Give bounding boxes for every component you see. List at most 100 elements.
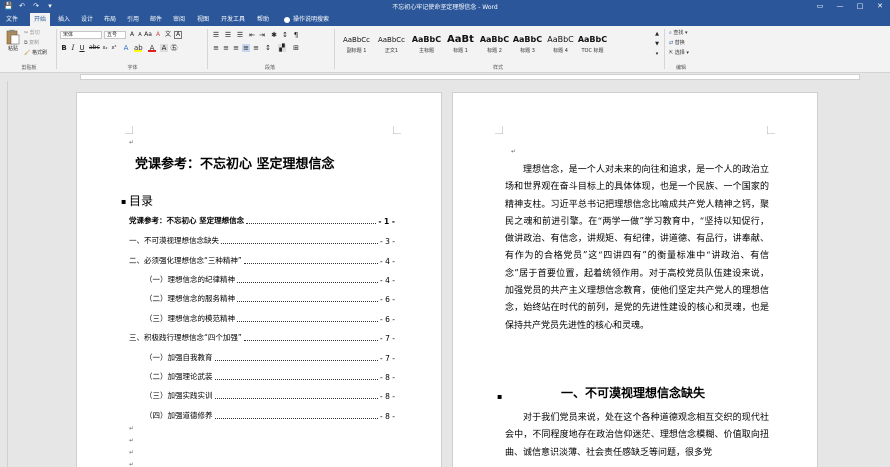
replace-icon: ⇄ — [669, 40, 674, 46]
paste-button[interactable]: 粘贴 — [5, 29, 21, 59]
toc-entry[interactable]: 一、不可漠视理想信念缺失 - 3 - — [129, 235, 395, 246]
tab-home[interactable]: 开始 — [30, 13, 50, 26]
font-color-icon[interactable]: A — [148, 44, 156, 52]
tell-me-search[interactable]: 操作说明搜索 — [284, 13, 329, 26]
style-main-title[interactable]: AaBbC 主标题 — [410, 33, 443, 59]
style-toc-heading[interactable]: AaBbC TOC 标题 — [576, 33, 609, 59]
style-preview: AaBbCc — [342, 36, 371, 44]
toc-entry-text: （二）加强理论武装 — [145, 372, 213, 381]
toc-entry[interactable]: 三、积极践行理想信念“四个加强” - 7 - — [129, 332, 395, 343]
styles-more-icon[interactable]: ▾ — [653, 50, 661, 58]
ribbon-display-icon[interactable]: ▭ — [810, 0, 830, 13]
toc-entry-page: - 7 - — [380, 354, 395, 363]
toc-entry[interactable]: （二）理想信念的服务精神 - 6 - — [145, 293, 395, 304]
superscript-icon[interactable]: x² — [110, 44, 118, 52]
align-center-icon[interactable]: ≡ — [222, 44, 230, 52]
style-name: 标题 1 — [453, 48, 468, 54]
style-preview: AaBbCc — [377, 36, 406, 44]
styles-scroll-down-icon[interactable]: ▼ — [653, 40, 661, 48]
tab-review[interactable]: 审阅 — [169, 13, 189, 26]
sort-icon[interactable]: ↕ — [281, 31, 289, 39]
style-subtitle-1[interactable]: AaBbCc 副标题 1 — [340, 33, 373, 59]
toc-entry[interactable]: （三）理想信念的模范精神 - 6 - — [145, 313, 395, 324]
replace-button[interactable]: ⇄ 替换 — [669, 40, 685, 46]
toc-entry[interactable]: （二）加强理论武装 - 8 - — [145, 371, 395, 382]
cursor-icon: ⇱ — [669, 50, 674, 56]
tab-design[interactable]: 设计 — [77, 13, 97, 26]
toc-leader — [243, 263, 379, 264]
change-case-icon[interactable]: Aa — [144, 31, 152, 39]
distributed-icon[interactable]: ≡ — [252, 44, 260, 52]
bold-button[interactable]: B — [60, 44, 68, 52]
toc-entry[interactable]: （一）加强自我教育 - 7 - — [145, 352, 395, 363]
shading-icon[interactable]: ▞ — [278, 44, 286, 52]
styles-scroll-up-icon[interactable]: ▲ — [653, 30, 661, 38]
horizontal-ruler[interactable] — [0, 73, 890, 81]
phonetic-guide-icon[interactable]: 文 — [164, 31, 172, 39]
toc-entry[interactable]: （三）加强实践实训 - 8 - — [145, 390, 395, 401]
clear-format-icon[interactable]: A — [154, 31, 162, 39]
toc-entry[interactable]: 二、必须强化理想信念“三种精神” - 4 - — [129, 255, 395, 266]
char-border-icon[interactable]: A — [174, 31, 182, 39]
style-body-1[interactable]: AaBbCc 正文1 — [375, 33, 408, 59]
enclose-char-icon[interactable]: ㊄ — [170, 44, 178, 52]
borders-icon[interactable]: ⊞ — [292, 44, 300, 52]
highlight-icon[interactable]: ab — [134, 44, 143, 52]
line-spacing-icon[interactable]: ↕ — [264, 44, 272, 52]
font-name-combo[interactable]: 宋体 — [60, 31, 102, 39]
justify-icon[interactable]: ≡ — [242, 44, 250, 52]
tab-insert[interactable]: 插入 — [54, 13, 74, 26]
find-button[interactable]: ⌕ 查找 ▾ — [669, 30, 688, 36]
italic-button[interactable]: I — [69, 44, 77, 52]
tab-file[interactable]: 文件 — [2, 13, 22, 26]
bullets-icon[interactable]: ☰ — [212, 31, 220, 39]
tab-view[interactable]: 视图 — [193, 13, 213, 26]
copy-button[interactable]: ⧉ 复制 — [24, 40, 39, 46]
strikethrough-icon[interactable]: abc — [89, 44, 100, 52]
toc-entry[interactable]: （一）理想信念的纪律精神 - 4 - — [145, 274, 395, 285]
numbering-icon[interactable]: ☰ — [224, 31, 232, 39]
style-heading-1[interactable]: AaBt 标题 1 — [444, 33, 477, 59]
chevron-down-icon: ▾ — [686, 50, 689, 56]
char-shading-icon[interactable]: A — [160, 44, 168, 52]
tab-layout[interactable]: 布局 — [100, 13, 120, 26]
cut-button[interactable]: ✂ 剪切 — [24, 30, 40, 36]
style-heading-4[interactable]: AaBbC 标题 4 — [544, 33, 577, 59]
format-painter-button[interactable]: 🖌 格式刷 — [24, 50, 47, 56]
align-left-icon[interactable]: ≡ — [212, 44, 220, 52]
toc-leader — [214, 418, 379, 419]
bullet-mark: ▪ — [497, 392, 503, 401]
replace-label: 替换 — [674, 40, 685, 46]
document-page-1[interactable]: ↵ 党课参考：不忘初心 坚定理想信念 ▪ 目录 党课参考：不忘初心 坚定理想信念… — [76, 92, 442, 467]
tab-references[interactable]: 引用 — [123, 13, 143, 26]
grow-font-icon[interactable]: A — [128, 31, 136, 39]
multilevel-list-icon[interactable]: ☰ — [236, 31, 244, 39]
tab-mailings[interactable]: 邮件 — [146, 13, 166, 26]
document-page-2[interactable]: ↵ 理想信念，是一个人对未来的向往和追求，是一个人的政治立场和世界观在奋斗目标上… — [452, 92, 818, 467]
shrink-font-icon[interactable]: A — [136, 31, 144, 39]
toc-entry-page: - 8 - — [380, 392, 395, 401]
underline-button[interactable]: U — [78, 44, 86, 52]
font-size-combo[interactable]: 五号 — [104, 31, 126, 39]
increase-indent-icon[interactable]: ⇥ — [258, 31, 266, 39]
style-heading-3[interactable]: AaBbC 标题 3 — [511, 33, 544, 59]
paragraph-mark: ↵ — [129, 139, 135, 146]
tab-developer[interactable]: 开发工具 — [218, 13, 248, 26]
minimize-icon[interactable]: — — [830, 0, 850, 13]
group-separator — [207, 29, 208, 69]
style-heading-2[interactable]: AaBbC 标题 2 — [478, 33, 511, 59]
toc-entry[interactable]: （四）加强道德修养 - 8 - — [145, 410, 395, 421]
decrease-indent-icon[interactable]: ⇤ — [248, 31, 256, 39]
chevron-down-icon: ▾ — [685, 30, 688, 36]
chinese-layout-icon[interactable]: ✱ — [270, 31, 278, 39]
toc-entry[interactable]: 党课参考：不忘初心 坚定理想信念 - 1 - — [129, 215, 395, 226]
select-button[interactable]: ⇱ 选择 ▾ — [669, 50, 689, 56]
vertical-ruler[interactable] — [0, 81, 8, 467]
subscript-icon[interactable]: x₂ — [101, 44, 109, 52]
show-marks-icon[interactable]: ¶ — [292, 31, 300, 39]
tab-help[interactable]: 帮助 — [253, 13, 273, 26]
close-icon[interactable]: ✕ — [870, 0, 890, 13]
align-right-icon[interactable]: ≡ — [232, 44, 240, 52]
maximize-icon[interactable]: □ — [850, 0, 870, 13]
text-effects-icon[interactable]: A — [122, 44, 130, 52]
